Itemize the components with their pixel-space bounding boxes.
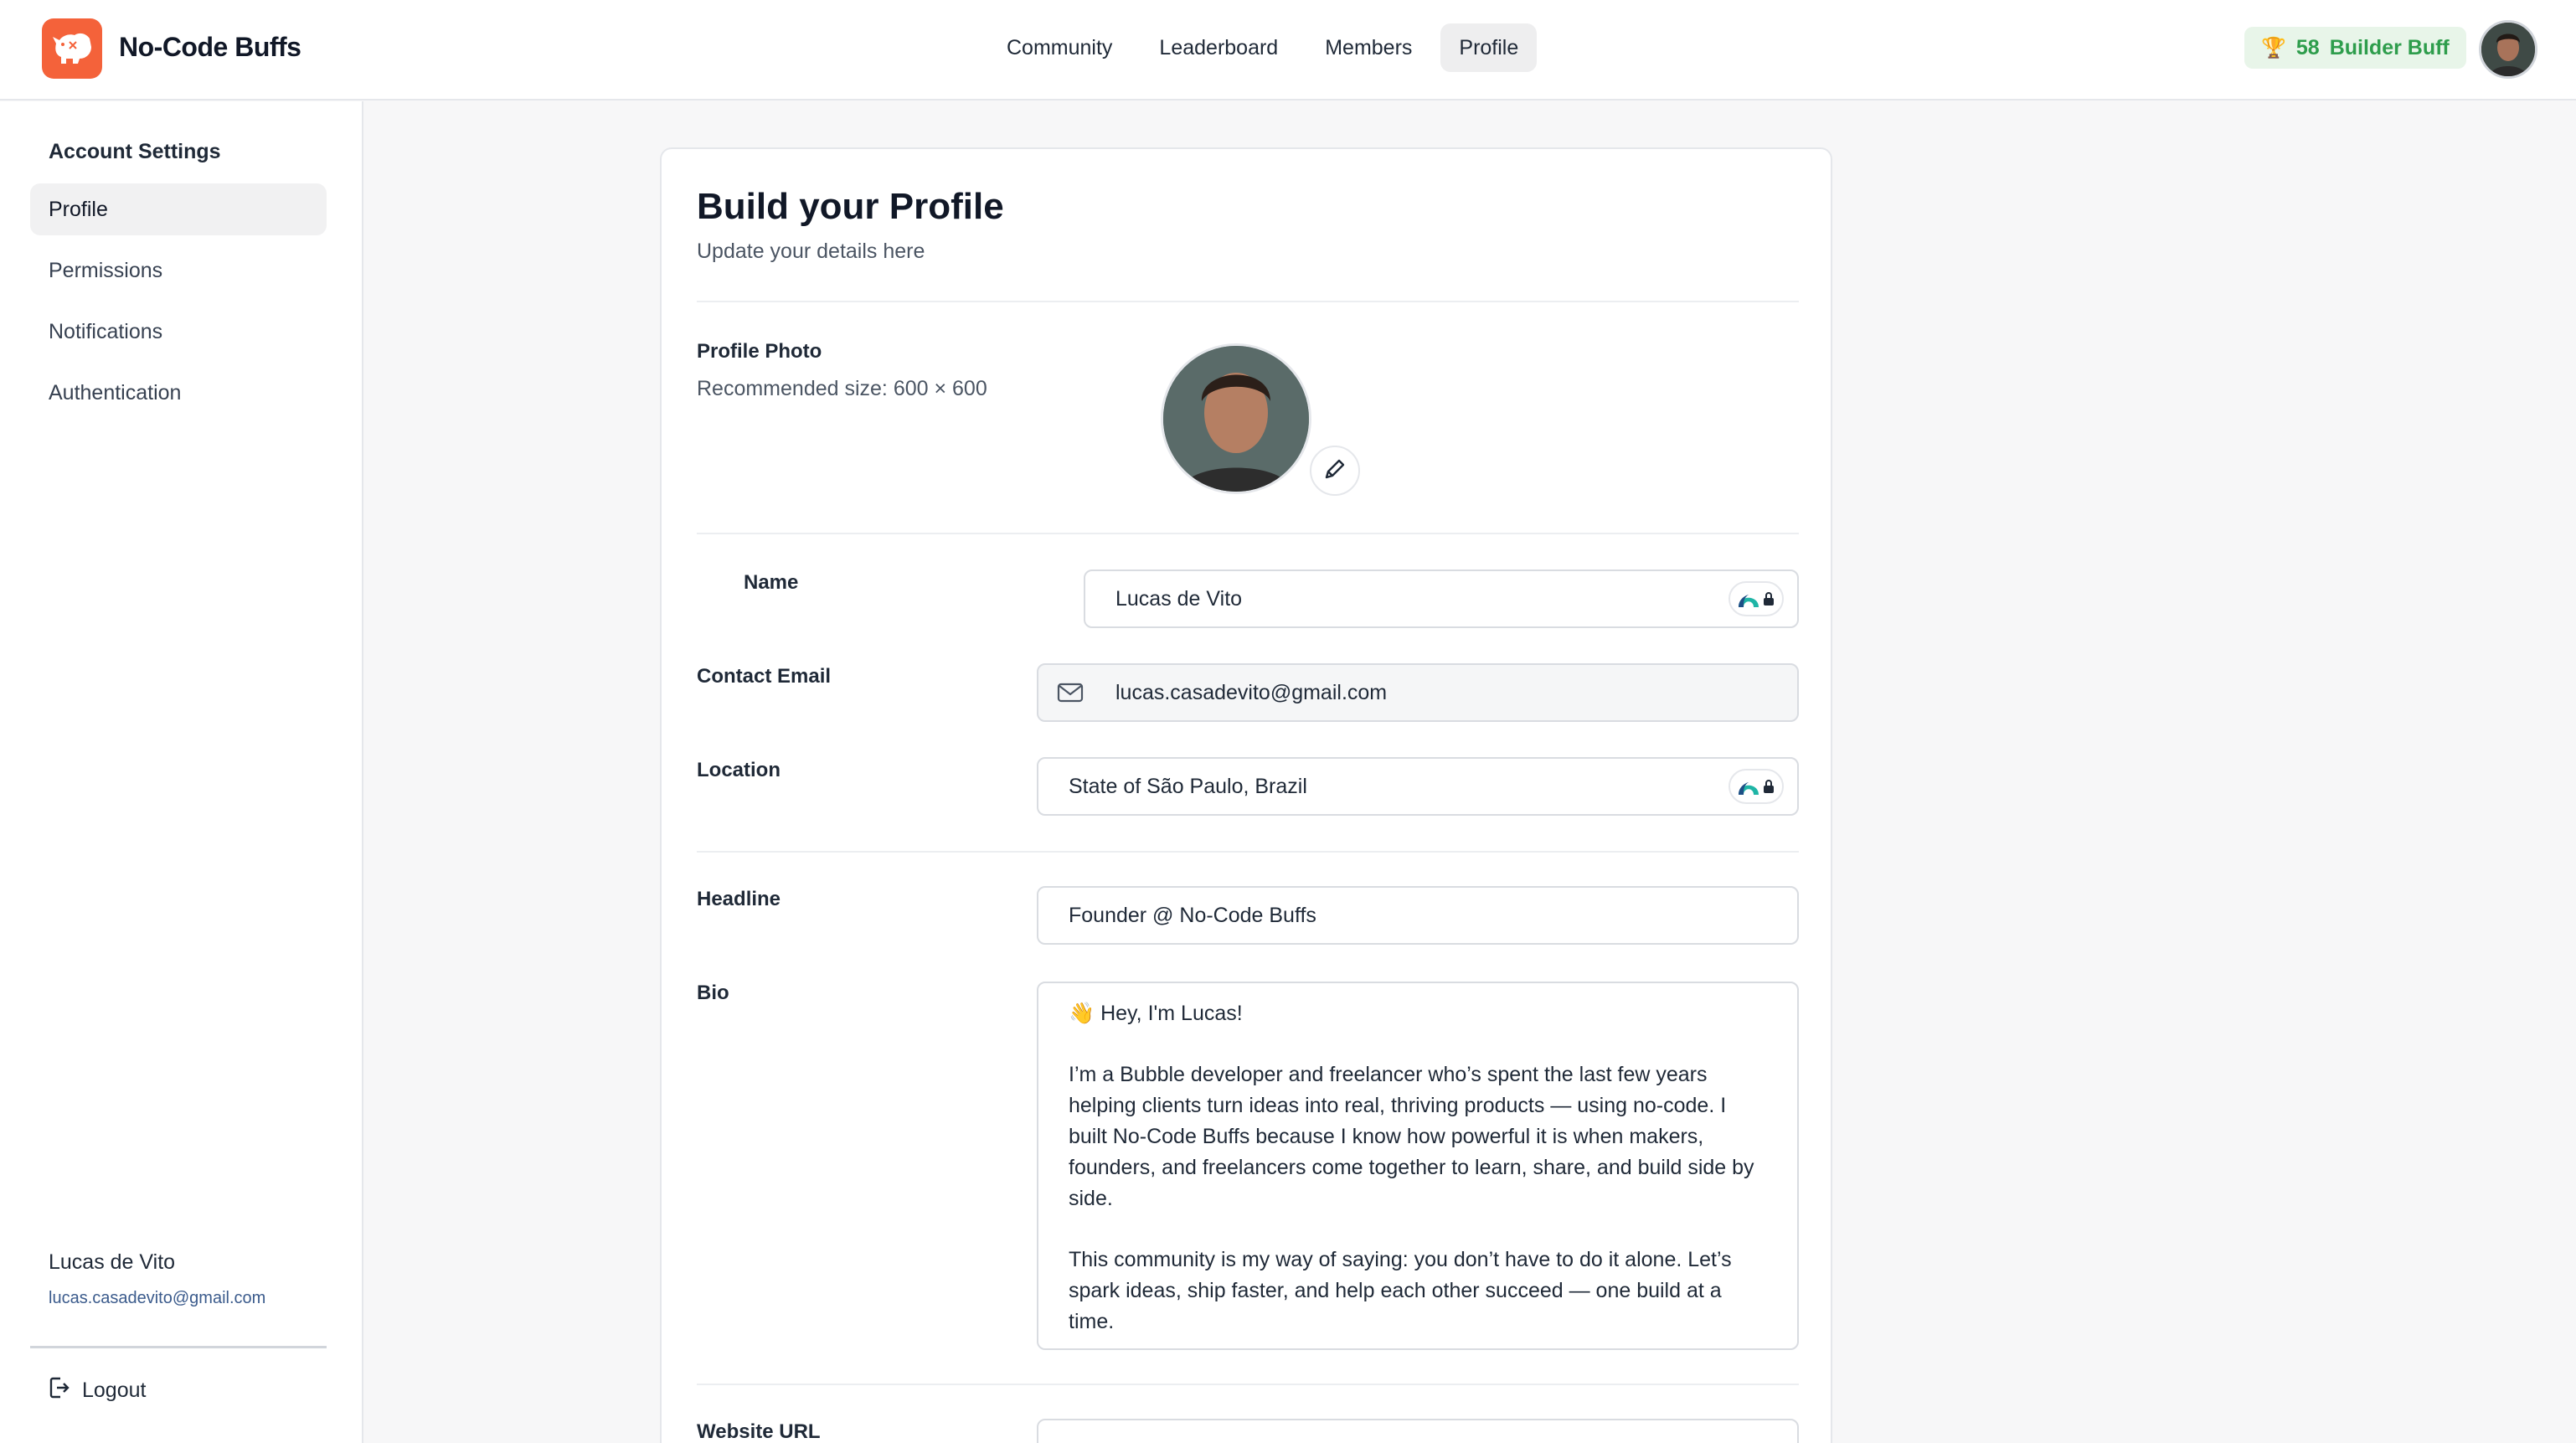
linkedin-lock-icon[interactable] — [1728, 769, 1784, 804]
main-nav: Community Leaderboard Members Profile — [988, 23, 1538, 72]
profile-photo[interactable] — [1161, 343, 1311, 494]
logout-label: Logout — [82, 1379, 147, 1402]
pencil-icon — [1321, 456, 1348, 487]
name-label: Name — [744, 571, 799, 594]
page-title: Build your Profile — [697, 186, 1004, 227]
brand-name[interactable]: No-Code Buffs — [119, 32, 301, 63]
profile-photo-label: Profile Photo — [697, 340, 822, 363]
contact-email-value: lucas.casadevito@gmail.com — [1115, 680, 1388, 704]
nav-community[interactable]: Community — [988, 23, 1131, 72]
bio-textarea[interactable]: 👋 Hey, I'm Lucas! I’m a Bubble developer… — [1037, 982, 1799, 1350]
sidebar-user-email: lucas.casadevito@gmail.com — [49, 1289, 266, 1307]
logout-icon — [49, 1376, 70, 1405]
website-url-field[interactable] — [1037, 1419, 1799, 1443]
nav-profile[interactable]: Profile — [1440, 23, 1538, 72]
contact-email-label: Contact Email — [697, 665, 832, 688]
name-value: Lucas de Vito — [1115, 586, 1243, 611]
linkedin-lock-icon[interactable] — [1728, 581, 1784, 616]
mail-icon — [1057, 682, 1084, 709]
logo-icon[interactable] — [42, 18, 102, 79]
sidebar-item-authentication[interactable]: Authentication — [30, 367, 327, 419]
location-label: Location — [697, 759, 781, 781]
trophy-icon: 🏆 — [2261, 36, 2286, 59]
sidebar-item-permissions[interactable]: Permissions — [30, 245, 327, 296]
contact-email-field[interactable]: lucas.casadevito@gmail.com — [1037, 663, 1799, 722]
top-navbar: No-Code Buffs Community Leaderboard Memb… — [0, 0, 2576, 100]
headline-label: Headline — [697, 888, 781, 910]
points-count: 58 — [2295, 35, 2320, 59]
sidebar-heading: Account Settings — [49, 140, 221, 163]
points-badge[interactable]: 🏆 58 Builder Buff — [2244, 27, 2466, 69]
badge-title: Builder Buff — [2329, 35, 2450, 59]
divider — [697, 1384, 1799, 1385]
nav-members[interactable]: Members — [1306, 23, 1430, 72]
settings-sidebar: Account Settings Profile Permissions Not… — [0, 101, 363, 1443]
divider — [697, 533, 1799, 534]
divider — [697, 301, 1799, 302]
divider — [697, 851, 1799, 853]
sidebar-item-profile[interactable]: Profile — [30, 183, 327, 235]
bio-paragraph: I’m a Bubble developer and freelancer wh… — [1069, 1063, 1754, 1210]
sidebar-item-notifications[interactable]: Notifications — [30, 306, 327, 358]
website-url-label: Website URL — [697, 1420, 821, 1443]
location-value: State of São Paulo, Brazil — [1069, 774, 1307, 798]
location-field[interactable]: State of São Paulo, Brazil — [1037, 757, 1799, 816]
headline-field[interactable]: Founder @ No-Code Buffs — [1037, 886, 1799, 945]
logout-button[interactable]: Logout — [49, 1376, 146, 1405]
profile-card: Build your Profile Update your details h… — [660, 147, 1832, 1443]
edit-photo-button[interactable] — [1310, 446, 1360, 496]
user-avatar[interactable] — [2479, 20, 2537, 79]
bio-paragraph: This community is my way of saying: you … — [1069, 1248, 1732, 1333]
bio-paragraph: 👋 Hey, I'm Lucas! — [1069, 1002, 1243, 1025]
name-field[interactable]: Lucas de Vito — [1084, 569, 1799, 628]
headline-value: Founder @ No-Code Buffs — [1069, 903, 1316, 927]
sidebar-user-name: Lucas de Vito — [49, 1250, 176, 1274]
sidebar-divider — [30, 1346, 327, 1348]
profile-photo-hint: Recommended size: 600 × 600 — [697, 377, 987, 400]
nav-leaderboard[interactable]: Leaderboard — [1141, 23, 1296, 72]
sidebar-menu: Profile Permissions Notifications Authen… — [30, 183, 327, 428]
bio-label: Bio — [697, 982, 729, 1004]
page-subtitle: Update your details here — [697, 240, 925, 263]
